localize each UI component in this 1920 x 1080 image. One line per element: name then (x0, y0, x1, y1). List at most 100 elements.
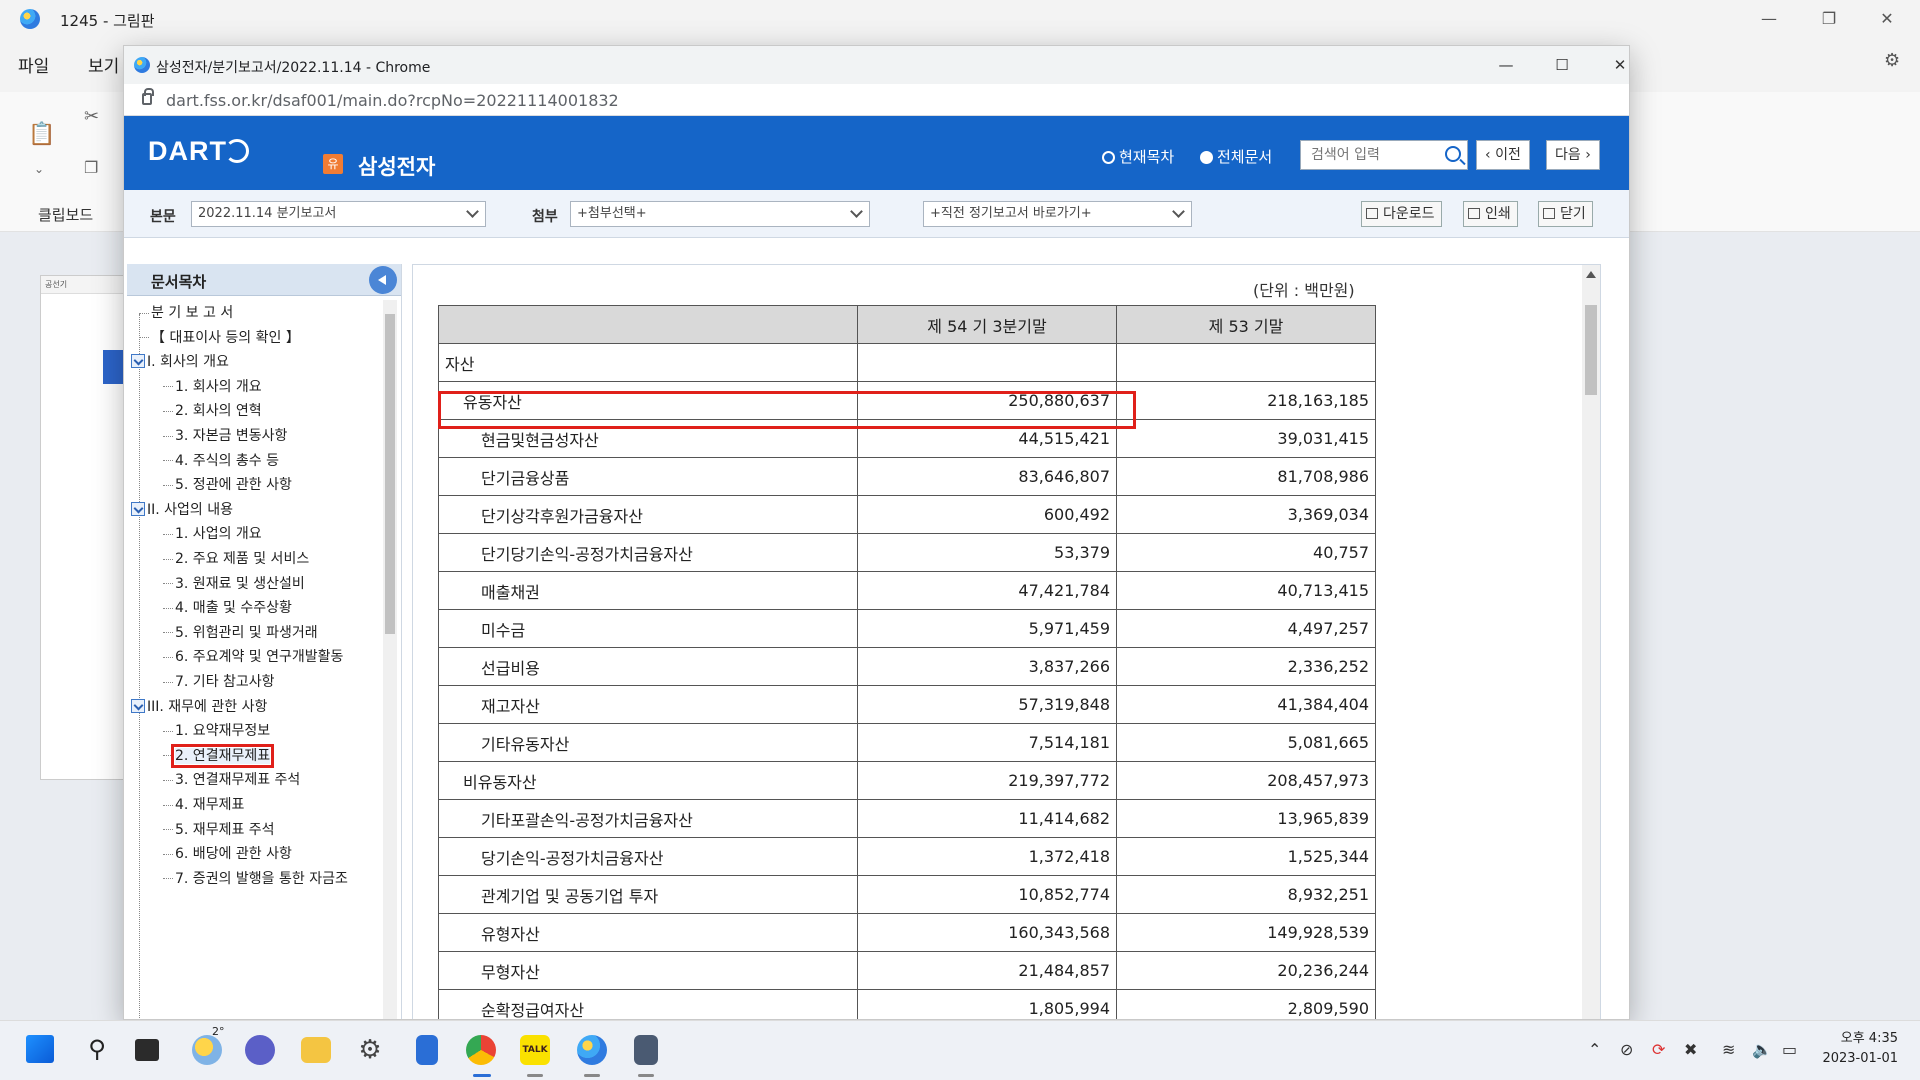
calculator-icon[interactable] (634, 1035, 658, 1065)
task-view-icon[interactable] (135, 1039, 159, 1061)
paint-window-title: 1245 - 그림판 (60, 12, 155, 30)
toc-item[interactable]: 5. 정관에 관한 사항 (163, 472, 292, 498)
radio-current-toc[interactable]: 현재목차 (1102, 146, 1174, 167)
kakaotalk-icon[interactable]: TALK (520, 1035, 550, 1065)
chat-icon[interactable] (245, 1035, 275, 1065)
next-label: 다음 (1555, 147, 1581, 163)
print-button[interactable]: 인쇄 (1463, 201, 1518, 227)
chevron-down-icon[interactable]: ⌄ (34, 162, 44, 176)
search-box (1300, 140, 1468, 170)
main-document-select[interactable]: 2022.11.14 분기보고서 (191, 201, 486, 227)
cut-icon[interactable]: ✂ (84, 106, 99, 127)
toc-expand-toggle-icon[interactable] (131, 501, 145, 516)
toc-item-label: 4. 재무제표 (175, 797, 245, 813)
paste-icon[interactable]: 📋 (28, 122, 55, 147)
search-icon[interactable] (1445, 146, 1461, 162)
toc-item[interactable]: I. 회사의 개요 (131, 349, 229, 375)
toc-item[interactable]: II. 사업의 내용 (131, 497, 233, 523)
toc-item[interactable]: 【 대표이사 등의 확인 】 (139, 325, 300, 351)
chrome-minimize-button[interactable]: — (1486, 52, 1526, 78)
paint-menu-file[interactable]: 파일 (18, 52, 49, 77)
toc-item[interactable]: 2. 연결재무제표 (163, 743, 275, 769)
toc-item[interactable]: 2. 주요 제품 및 서비스 (163, 546, 309, 572)
settings-icon[interactable]: ⚙ (355, 1035, 385, 1065)
chrome-close-button[interactable]: ✕ (1600, 52, 1629, 78)
wifi-icon[interactable]: ≋ (1722, 1040, 1735, 1059)
toc-item[interactable]: 6. 주요계약 및 연구개발활동 (163, 644, 343, 670)
file-explorer-icon[interactable] (301, 1037, 331, 1063)
chrome-icon[interactable] (466, 1035, 496, 1065)
document-scroll-thumb[interactable] (1585, 305, 1597, 395)
paint-close-button[interactable]: ✕ (1864, 6, 1910, 32)
toc-item[interactable]: 7. 기타 참고사항 (163, 669, 275, 695)
table-row: 기타포괄손익-공정가치금융자산 11,414,682 13,965,839 (438, 799, 1376, 838)
toc-item[interactable]: 1. 회사의 개요 (163, 374, 262, 400)
toc-item[interactable]: 1. 요약재무정보 (163, 718, 270, 744)
recent-report-select[interactable]: +직전 정기보고서 바로가기+ (923, 201, 1192, 227)
toc-item[interactable]: 5. 위험관리 및 파생거래 (163, 620, 318, 646)
dart-logo[interactable]: DART (148, 136, 249, 167)
previous-period-value: 149,928,539 (1116, 913, 1376, 952)
notepad-icon[interactable] (416, 1035, 438, 1065)
current-period-value: 5,971,459 (857, 609, 1117, 648)
toc-item[interactable]: 2. 회사의 연혁 (163, 398, 262, 424)
current-period-value: 11,414,682 (857, 799, 1117, 838)
url-text[interactable]: dart.fss.or.kr/dsaf001/main.do?rcpNo=202… (166, 91, 619, 110)
prev-button[interactable]: ‹ 이전 (1476, 140, 1530, 170)
toc-item[interactable]: 분 기 보 고 서 (139, 300, 233, 326)
document-scrollbar[interactable] (1582, 265, 1600, 1019)
toc-item[interactable]: 1. 사업의 개요 (163, 521, 262, 547)
radio-all-documents[interactable]: 전체문서 (1200, 146, 1272, 167)
search-icon[interactable]: ⚲ (82, 1035, 112, 1065)
current-period-value: 3,837,266 (857, 647, 1117, 686)
paint-settings-icon[interactable]: ⚙ (1884, 50, 1900, 71)
current-period-value: 219,397,772 (857, 761, 1117, 800)
toc-item[interactable]: 3. 원재료 및 생산설비 (163, 571, 305, 597)
paint-minimize-button[interactable]: — (1746, 6, 1792, 32)
account-name-cell: 유형자산 (438, 913, 858, 952)
paint-taskbar-icon[interactable] (577, 1035, 607, 1065)
toc-item[interactable]: 5. 재무제표 주석 (163, 817, 275, 843)
attach-select[interactable]: +첨부선택+ (570, 201, 870, 227)
next-button[interactable]: 다음 › (1546, 140, 1600, 170)
toc-item[interactable]: 4. 매출 및 수주상황 (163, 595, 292, 621)
toc-item[interactable]: 3. 자본금 변동사항 (163, 423, 287, 449)
table-row: 자산 (438, 343, 1376, 382)
lock-icon[interactable] (142, 88, 154, 105)
scroll-up-icon[interactable] (1586, 271, 1596, 278)
toc-expand-toggle-icon[interactable] (131, 354, 145, 369)
weather-icon[interactable] (192, 1035, 222, 1065)
print-icon (1468, 208, 1480, 219)
toc-scroll-thumb[interactable] (385, 314, 395, 634)
windows-start-icon[interactable] (26, 1035, 54, 1063)
copy-icon[interactable]: ❐ (84, 158, 98, 177)
download-button[interactable]: 다운로드 (1361, 201, 1442, 227)
paint-canvas-image[interactable]: 공선기 (40, 275, 131, 780)
battery-icon[interactable]: ▭ (1782, 1040, 1797, 1059)
paint-restore-button[interactable]: ❐ (1806, 6, 1852, 32)
current-period-value: 1,805,994 (857, 989, 1117, 1019)
sync-icon[interactable]: ⟳ (1652, 1040, 1665, 1059)
paint-menu-view[interactable]: 보기 (88, 52, 119, 77)
x-circle-icon[interactable]: ✖ (1684, 1040, 1697, 1059)
show-hidden-icons-icon[interactable]: ⌃ (1588, 1040, 1601, 1059)
collapse-toc-icon[interactable] (369, 266, 397, 294)
toc-item[interactable]: 6. 배당에 관한 사항 (163, 841, 292, 867)
toc-item[interactable]: 4. 재무제표 (163, 792, 244, 818)
toc-item[interactable]: 3. 연결재무제표 주석 (163, 767, 300, 793)
address-bar[interactable]: dart.fss.or.kr/dsaf001/main.do?rcpNo=202… (124, 84, 1629, 116)
update-icon[interactable]: ⊘ (1620, 1040, 1633, 1059)
toc-expand-toggle-icon[interactable] (131, 698, 145, 713)
toc-item-label: III. 재무에 관한 사항 (147, 698, 268, 715)
toc-item[interactable]: 7. 증권의 발행을 통한 자금조 (163, 866, 348, 892)
clock[interactable]: 오후 4:35 2023-01-01 (1822, 1029, 1898, 1069)
chrome-maximize-button[interactable]: ☐ (1542, 52, 1582, 78)
table-body: 자산 유동자산 250,880,637 218,163,185 현금및현금성자산 44,5… (438, 343, 1376, 1019)
toc-item[interactable]: 4. 주식의 총수 등 (163, 448, 279, 474)
volume-icon[interactable]: 🔈 (1752, 1040, 1772, 1059)
toc-item[interactable]: III. 재무에 관한 사항 (131, 694, 267, 720)
search-input[interactable] (1301, 141, 1431, 169)
table-row: 순확정급여자산 1,805,994 2,809,590 (438, 989, 1376, 1019)
toc-scrollbar[interactable] (383, 300, 397, 1019)
close-doc-button[interactable]: 닫기 (1538, 201, 1593, 227)
